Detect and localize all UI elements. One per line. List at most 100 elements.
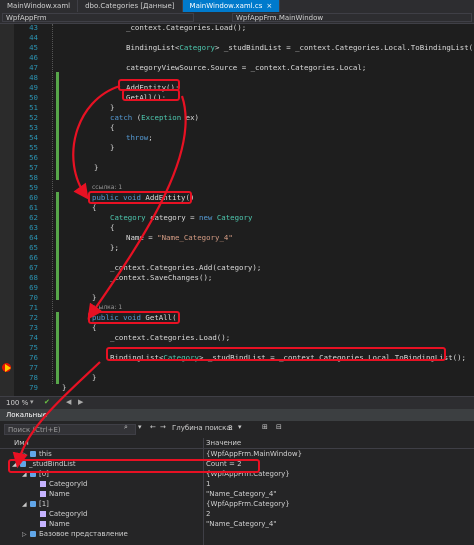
locals-row[interactable]: Name "Name_Category_4" xyxy=(0,520,474,530)
locals-toolbar: Поиск (Ctrl+E) ⌕ ▾ ← → Глубина поиска: 3… xyxy=(0,423,474,437)
property-icon xyxy=(40,521,46,527)
code-token: Category xyxy=(110,213,146,222)
annotation-box-studbindlist xyxy=(8,459,260,473)
code-token: { xyxy=(92,323,97,332)
chevron-down-icon[interactable]: ▾ xyxy=(30,398,34,406)
editor-status-bar: 100 % ▾ ✔ ◀ ▶ xyxy=(0,396,474,409)
locals-name-text: CategoryId xyxy=(49,480,88,488)
code-token: catch xyxy=(110,113,133,122)
locals-row-value: {WpfAppFrm.Category} xyxy=(206,500,290,508)
arrow-left-icon[interactable]: ← xyxy=(150,423,156,431)
code-token: category = xyxy=(145,213,200,222)
locals-row-name: CategoryId xyxy=(32,480,87,490)
code-token: Category xyxy=(216,213,253,222)
code-token: } xyxy=(92,293,97,302)
code-editor[interactable]: 43 _context.Categories.Load(); 44 45 Binding… xyxy=(0,23,474,396)
tab-mainwindow-cs[interactable]: MainWindow.xaml.cs × xyxy=(182,0,281,12)
instruction-pointer-icon xyxy=(5,364,11,372)
code-token: > _studBindList = _context.Categories.Lo… xyxy=(215,43,474,52)
chevron-down-icon[interactable]: ▾ xyxy=(238,423,242,431)
locals-row-name: Name xyxy=(32,490,70,500)
document-tabs: MainWindow.xaml dbo.Categories [Данные] … xyxy=(0,0,474,12)
property-icon xyxy=(40,511,46,517)
locals-row[interactable]: CategoryId 1 xyxy=(0,480,474,490)
arrow-right-icon[interactable]: ▶ xyxy=(78,398,83,406)
code-token: _context.Categories.Load(); xyxy=(110,333,231,342)
codelens-references[interactable]: ссылка: 1 xyxy=(92,184,122,191)
annotation-box-getall-call xyxy=(122,89,180,101)
code-text: } xyxy=(62,382,66,394)
zoom-level[interactable]: 100 % xyxy=(6,399,28,407)
column-value-header[interactable]: Значение xyxy=(206,438,241,448)
object-icon xyxy=(30,531,36,537)
locals-row[interactable]: CategoryId 2 xyxy=(0,510,474,520)
locals-name-text: Name xyxy=(49,490,70,498)
locals-search-input[interactable]: Поиск (Ctrl+E) xyxy=(4,424,136,435)
object-icon xyxy=(30,451,36,457)
codelens-references[interactable]: ссылка: 1 xyxy=(92,304,122,311)
check-icon: ✔ xyxy=(44,398,50,406)
locals-panel-title: Локальные xyxy=(0,409,474,421)
code-token: } xyxy=(92,373,97,382)
tree-icon[interactable]: ⊟ xyxy=(276,423,282,431)
code-token: "Name_Category_4" xyxy=(157,233,233,242)
code-token: BindingList< xyxy=(126,43,180,52)
locals-column-headers: Имя Значение xyxy=(0,438,474,449)
locals-row-name: CategoryId xyxy=(32,510,87,520)
locals-name-text: [1] xyxy=(39,500,49,508)
annotation-box-getall-def xyxy=(88,311,180,324)
code-token: { xyxy=(110,223,115,232)
locals-panel: Локальные Поиск (Ctrl+E) ⌕ ▾ ← → Глубина… xyxy=(0,409,474,545)
locals-row[interactable]: ◢ [1] {WpfAppFrm.Category} xyxy=(0,500,474,510)
locals-row[interactable]: Name "Name_Category_4" xyxy=(0,490,474,500)
locals-row-name: Name xyxy=(32,520,70,530)
code-token: _context.Categories.Load(); xyxy=(126,23,247,32)
property-icon xyxy=(40,491,46,497)
column-name-header[interactable]: Имя xyxy=(14,438,29,448)
arrow-left-icon[interactable]: ◀ xyxy=(66,398,71,406)
code-token: ( xyxy=(132,113,142,122)
code-token: Name = xyxy=(126,233,158,242)
code-token: } xyxy=(110,143,115,152)
locals-name-text: Name xyxy=(49,520,70,528)
property-icon xyxy=(40,481,46,487)
code-token: ; xyxy=(148,133,153,142)
tab-mainwindow-xaml[interactable]: MainWindow.xaml xyxy=(0,0,79,12)
locals-name-text: CategoryId xyxy=(49,510,88,518)
filter-icon[interactable]: ⊞ xyxy=(262,423,268,431)
locals-name-text: Базовое представление xyxy=(39,530,128,538)
code-line[interactable]: 79} xyxy=(0,382,474,394)
annotation-box-addentity-def xyxy=(88,191,192,204)
locals-row-value: 2 xyxy=(206,510,211,518)
code-token: new xyxy=(199,213,213,222)
close-icon[interactable]: × xyxy=(266,2,272,10)
chevron-down-icon[interactable]: ▾ xyxy=(138,423,142,431)
code-token: _context.Categories.Add(category); xyxy=(110,263,262,272)
project-dropdown[interactable]: WpfAppFrm xyxy=(2,13,194,22)
code-token: }; xyxy=(110,243,119,252)
locals-row[interactable]: ▷ Базовое представление xyxy=(0,530,474,540)
locals-row-name: ▷ Базовое представление xyxy=(22,530,128,540)
locals-name-text: this xyxy=(39,450,52,458)
expand-arrow-icon[interactable]: ◢ xyxy=(22,500,30,510)
code-token: ex) xyxy=(181,113,200,122)
code-token: } xyxy=(62,383,67,392)
search-depth-label: Глубина поиска: xyxy=(172,424,233,432)
line-number: 79 xyxy=(29,383,38,392)
object-icon xyxy=(30,501,36,507)
member-dropdown[interactable]: WpfAppFrm.MainWindow xyxy=(232,13,472,22)
code-token: _context.SaveChanges(); xyxy=(110,273,213,282)
code-token: { xyxy=(92,203,97,212)
search-depth-value[interactable]: 3 xyxy=(228,424,232,432)
annotation-box-bindinglist xyxy=(106,347,446,361)
code-token: Category xyxy=(179,43,216,52)
code-token: { xyxy=(110,123,115,132)
code-token: throw xyxy=(126,133,149,142)
expand-arrow-icon[interactable]: ▷ xyxy=(22,530,30,540)
tab-dbo-categories[interactable]: dbo.Categories [Данные] xyxy=(78,0,183,12)
code-token: } xyxy=(110,103,115,112)
code-token: categoryViewSource.Source = _context.Cat… xyxy=(126,63,367,72)
locals-row-value: "Name_Category_4" xyxy=(206,520,277,528)
search-icon[interactable]: ⌕ xyxy=(124,423,128,432)
arrow-right-icon[interactable]: → xyxy=(160,423,166,431)
